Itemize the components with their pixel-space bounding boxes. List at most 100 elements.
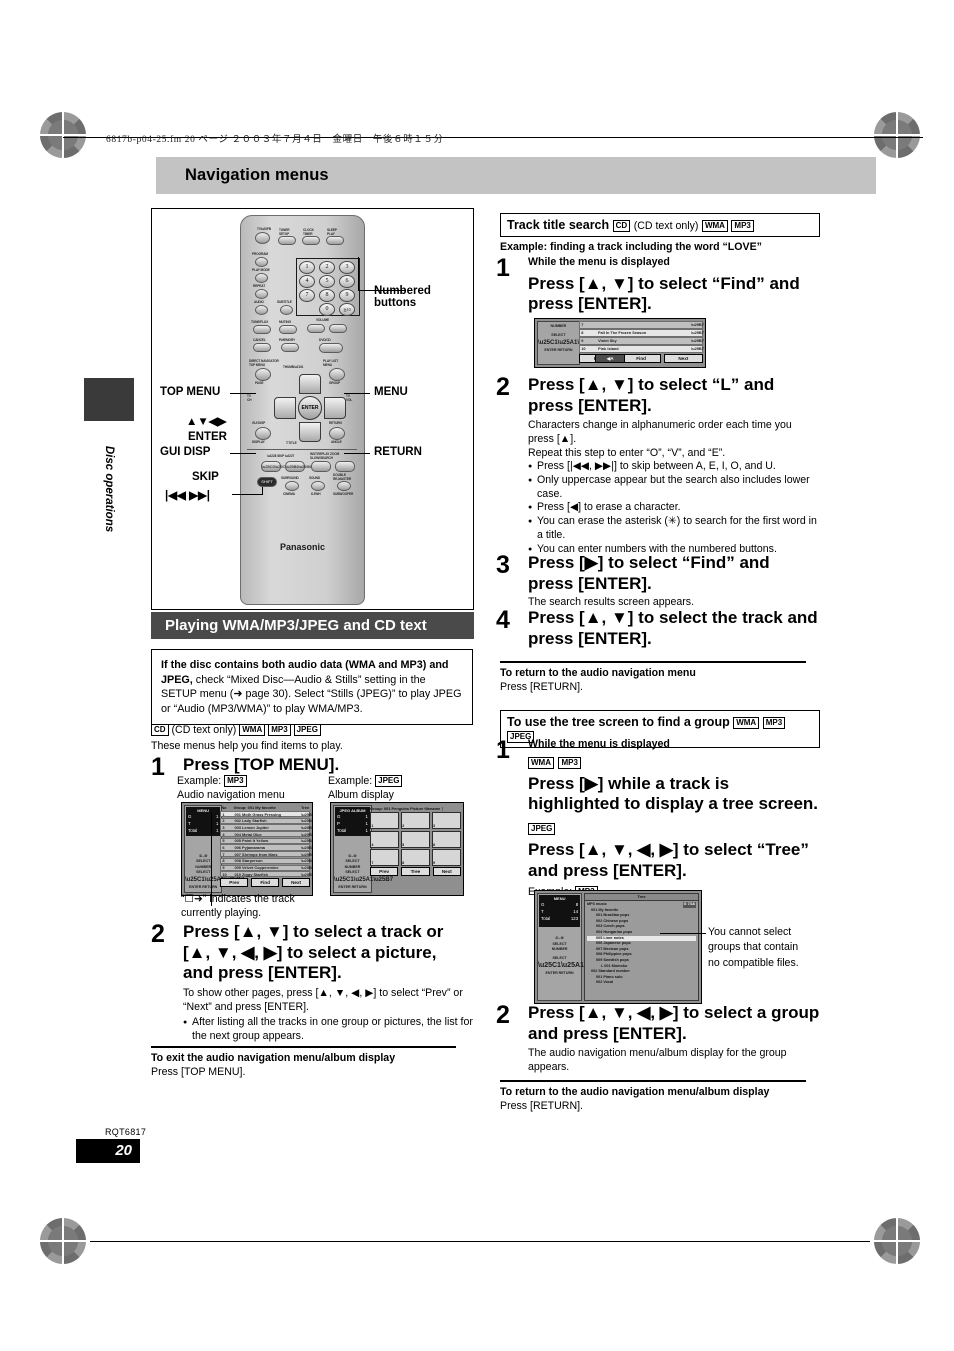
table-row[interactable]: 6 006 Pyjamarama \u25B7 xyxy=(220,844,312,851)
row-tree-arrow[interactable]: \u25B7 xyxy=(301,845,312,850)
row-no: 1 xyxy=(222,811,225,817)
key-label-remaster: DOUBLE RE-MASTER xyxy=(333,473,352,481)
row-tree-arrow[interactable]: \u25B7 xyxy=(301,812,312,817)
volume-down-button xyxy=(307,324,325,333)
next-button[interactable]: Next xyxy=(663,353,703,363)
row-tree-arrow[interactable]: \u25B7 xyxy=(691,346,704,351)
find-button[interactable]: Find xyxy=(621,353,661,363)
table-row[interactable]: 1 001 Moth Grass Pressing \u25B7 xyxy=(220,811,312,818)
callout-skip: SKIP xyxy=(192,471,219,483)
table-row[interactable]: 8 008 Starperson \u25B7 xyxy=(220,857,312,864)
key-label-cancel: CANCEL xyxy=(253,338,266,342)
cursor-pad-icon: \u25C1\u25A1\u25B7 xyxy=(334,876,394,883)
row-no: 7 xyxy=(581,322,584,328)
badge-wma: WMA xyxy=(733,717,760,729)
mixed-disc-info-box: If the disc contains both audio data (WM… xyxy=(151,649,473,726)
prev-button[interactable]: Prev xyxy=(369,867,399,876)
key-label-dvdcd: DVD/CD xyxy=(319,338,331,342)
audio-nav-col-tree: Tree xyxy=(301,805,310,810)
prev-button[interactable]: Prev xyxy=(220,878,249,888)
right-step-3-title: Press [▶] to select “Find” and press [EN… xyxy=(528,553,770,593)
row-tree-arrow[interactable]: \u25B7 xyxy=(691,330,704,335)
table-row[interactable]: 7 007 Shrimps from Mars \u25B7 xyxy=(220,851,312,858)
row-name: 001 Moth Grass Pressing xyxy=(234,811,281,817)
key-label-program: PROGRAM xyxy=(252,252,268,256)
tree-step-2-number: 2 xyxy=(496,1001,510,1029)
thumbnail[interactable]: 8 xyxy=(400,849,431,866)
row-tree-arrow[interactable]: \u25B7 xyxy=(301,852,312,857)
number-button-0: 0 xyxy=(319,303,335,316)
table-row[interactable]: 3 003 Lemon Jupiter \u25B7 xyxy=(220,824,312,831)
thumbnail[interactable]: 9 xyxy=(431,849,461,866)
audio-button xyxy=(255,305,268,315)
thumbnail-index: 2 xyxy=(402,824,405,828)
right-step-2-body-1: Characters change in alphanumeric order … xyxy=(528,419,792,446)
next-button[interactable]: Next xyxy=(432,867,462,876)
row-tree-arrow[interactable]: \u25B7 xyxy=(301,858,312,863)
key-label-sleep: SLEEP PLAY xyxy=(327,228,337,236)
tree-item[interactable]: 002 Vocal xyxy=(587,980,696,986)
thumbnail[interactable]: 2 xyxy=(400,812,431,829)
sidebar-tab-block xyxy=(84,378,134,421)
right-step-2-bullet-2: Press [◀] to erase a character. xyxy=(528,501,818,515)
callout-line-skip xyxy=(232,494,262,495)
row-tree-arrow[interactable]: \u25B7 xyxy=(691,322,704,327)
next-button[interactable]: Next xyxy=(282,878,311,888)
row-tree-arrow[interactable]: \u25B7 xyxy=(301,872,312,877)
top-menu-button xyxy=(255,368,271,381)
thumbnail[interactable]: 7 xyxy=(369,849,400,866)
pause-button xyxy=(281,343,299,352)
search-input-field[interactable]: ◀A xyxy=(595,353,626,363)
audio-navigation-menu-screen: MENU G1 T1 Total 1 ①–⑨ SELECT NUMBER SELE… xyxy=(181,802,313,896)
table-row[interactable]: 7 \u25B7 xyxy=(579,321,704,329)
audio-nav-buttons: Prev Find Next xyxy=(220,878,311,888)
play-mode-button xyxy=(255,273,268,283)
row-name: 007 Shrimps from Mars xyxy=(234,851,278,857)
row-name: 009 Velvet Copperrmine xyxy=(234,865,279,871)
row-tree-arrow[interactable]: \u25B7 xyxy=(301,818,312,823)
callout-line-skip-v xyxy=(262,487,263,495)
table-row[interactable]: 5 005 Paint It Yellow \u25B7 xyxy=(220,837,312,844)
table-row[interactable]: 9 Violet Sky \u25B7 xyxy=(579,337,704,345)
thumbnail[interactable]: 5 xyxy=(400,830,431,848)
row-tree-arrow[interactable]: \u25B7 xyxy=(301,832,312,837)
tree-item-label: 002 Chinese pops xyxy=(595,918,629,923)
number-button-8: 8 xyxy=(319,289,335,302)
row-no: 5 xyxy=(222,838,225,844)
thumbnail[interactable]: 3 xyxy=(431,812,461,829)
table-row[interactable]: 9 009 Velvet Copperrmine \u25B7 xyxy=(220,864,312,871)
tree-step-2: 2 Press [▲, ▼, ◀, ▶] to select a group a… xyxy=(496,1001,821,1075)
thumbnail-index: 1 xyxy=(371,824,374,828)
row-tree-arrow[interactable]: \u25B7 xyxy=(301,865,312,870)
table-row[interactable]: 10 010 Ziggy Starfish \u25B7 xyxy=(220,871,312,878)
audio-nav-info-total: Total 1 xyxy=(188,827,219,833)
skip-back-button: \u25C0\u25C0 xyxy=(261,461,288,472)
row-tree-arrow[interactable]: \u25B7 xyxy=(301,838,312,843)
tree-button[interactable]: Tree xyxy=(401,867,430,876)
format-line: CD (CD text only) WMA MP3 JPEG xyxy=(151,724,461,736)
badge-cd: CD xyxy=(151,724,169,736)
row-tree-arrow[interactable]: \u25B7 xyxy=(301,825,312,830)
key-label-skip: \u2228 SKIP \u2227 xyxy=(267,454,295,458)
table-row[interactable]: 10 Pink Island \u25B7 xyxy=(579,345,704,353)
table-row[interactable]: 4 004 Metal Glue \u25B7 xyxy=(220,831,312,838)
example-right-word: Example: xyxy=(328,775,373,787)
right-step-2-bullet-0: Press [|◀◀, ▶▶|] to skip between A, E, I… xyxy=(528,460,818,474)
table-row[interactable]: 8 Fall In The Frozen Season \u25B7 xyxy=(579,329,704,337)
row-no: 9 xyxy=(222,865,225,871)
row-name: 010 Ziggy Starfish xyxy=(234,871,268,877)
find-button[interactable]: Find xyxy=(251,878,280,888)
album-thumbnails: Group: 001 Penguins Picture filename⋮ 1 … xyxy=(369,805,462,893)
thumbnail[interactable]: 4 xyxy=(369,830,400,848)
tree-item-label: 004 Hungarian pops xyxy=(595,929,633,934)
row-no: 10 xyxy=(222,871,227,877)
row-name: Pink Island xyxy=(598,346,619,352)
table-row[interactable]: 2 002 Lady Starfish \u25B7 xyxy=(220,817,312,824)
search-guide-2: ENTER RETURN xyxy=(544,347,573,352)
key-label-audio: AUDIO xyxy=(254,300,264,304)
row-tree-arrow[interactable]: \u25B7 xyxy=(691,338,704,343)
doc-code: RQT6817 xyxy=(105,1127,147,1137)
album-info-total: Total 1 xyxy=(337,827,368,833)
thumbnail[interactable]: 6 xyxy=(431,830,461,848)
thumbnail[interactable]: 1 xyxy=(369,812,400,829)
